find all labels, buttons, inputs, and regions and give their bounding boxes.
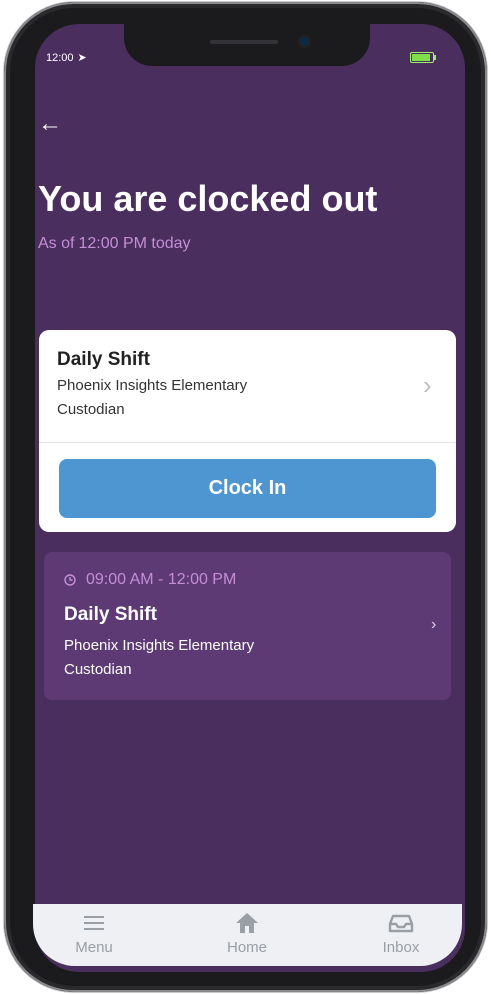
menu-icon <box>84 916 104 930</box>
clock-in-button[interactable]: Clock In <box>59 459 436 518</box>
shift-name: Daily Shift <box>64 604 157 625</box>
tab-inbox[interactable]: Inbox <box>356 910 446 956</box>
shift-role: Custodian <box>57 401 125 418</box>
tab-menu[interactable]: Menu <box>49 910 139 956</box>
shift-time-range: 09:00 AM - 12:00 PM <box>64 571 236 589</box>
as-of-time: 12:00 PM today <box>78 235 191 252</box>
device-notch <box>124 20 370 66</box>
time-range-text: 09:00 AM - 12:00 PM <box>86 571 237 588</box>
shift-name: Daily Shift <box>57 349 150 370</box>
tab-label: Menu <box>75 939 113 956</box>
back-arrow-icon[interactable]: ← <box>38 112 62 136</box>
clock-status-subtitle: As of 12:00 PM today <box>38 235 191 253</box>
clock-icon <box>64 574 76 586</box>
battery-level <box>412 54 430 61</box>
location-arrow-icon: ➤ <box>77 52 87 64</box>
current-shift-card: Daily Shift Phoenix Insights Elementary … <box>39 330 456 532</box>
home-icon <box>236 913 258 933</box>
front-camera <box>300 37 309 46</box>
tab-home[interactable]: Home <box>202 910 292 956</box>
battery-icon <box>410 52 436 63</box>
chevron-right-icon[interactable]: › <box>431 616 436 634</box>
past-shift-card[interactable]: 09:00 AM - 12:00 PM Daily Shift Phoenix … <box>44 552 451 700</box>
speaker-grille <box>210 40 278 44</box>
shift-location: Phoenix Insights Elementary <box>64 637 255 654</box>
page-title: You are clocked out <box>38 178 378 219</box>
inbox-icon <box>388 914 414 933</box>
status-bar-time: 12:00 ➤ <box>46 50 87 64</box>
card-divider <box>39 442 456 443</box>
shift-role: Custodian <box>64 661 132 678</box>
bottom-tab-bar: Menu Home Inbox <box>33 904 462 966</box>
tab-label: Inbox <box>382 939 420 956</box>
status-time-text: 12:00 <box>46 52 74 64</box>
tab-label: Home <box>226 939 267 956</box>
shift-location: Phoenix Insights Elementary <box>57 377 248 394</box>
chevron-right-icon[interactable]: › <box>423 370 432 401</box>
as-of-label: As of <box>38 235 75 252</box>
